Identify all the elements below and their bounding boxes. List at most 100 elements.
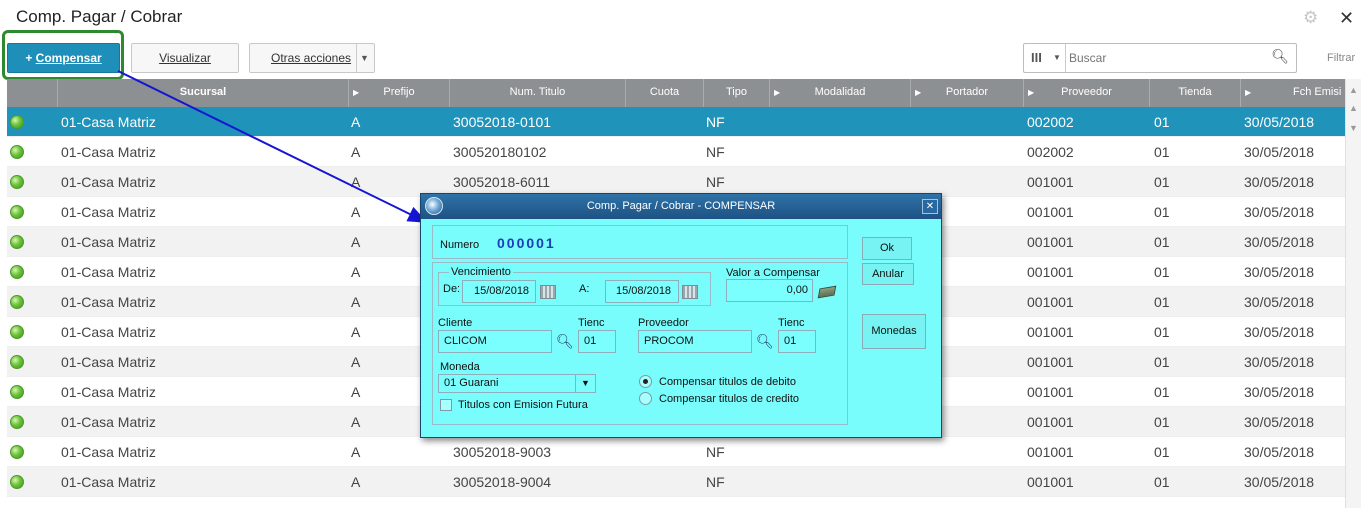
otras-acciones-label: Otras acciones <box>271 51 352 65</box>
otras-acciones-button[interactable]: Otras acciones ▼ <box>249 43 375 73</box>
moneda-label: Moneda <box>440 361 480 373</box>
app-logo-icon <box>425 197 443 215</box>
status-dot-icon <box>10 295 24 309</box>
table-row[interactable]: 01-Casa Matriz A 300520180102 NF 002002 01 30/… <box>7 137 1345 167</box>
cell-tienda: 01 <box>1154 144 1170 160</box>
search-icon[interactable]: 🔍︎ <box>1271 48 1289 65</box>
cell-sucursal: 01-Casa Matriz <box>61 144 156 160</box>
search-input[interactable] <box>1069 49 1269 67</box>
col-proveedor[interactable]: ▶ Proveedor <box>1024 79 1150 107</box>
col-tipo[interactable]: Tipo <box>704 79 770 107</box>
col-prefijo[interactable]: ▶ Prefijo <box>349 79 450 107</box>
vertical-scrollbar[interactable]: ▲ ▲ ▼ <box>1345 79 1361 508</box>
cell-proveedor: 001001 <box>1027 234 1074 250</box>
status-dot-icon <box>10 445 24 459</box>
cell-proveedor: 001001 <box>1027 324 1074 340</box>
cell-fecha: 30/05/2018 <box>1244 264 1315 280</box>
col-tienda[interactable]: Tienda <box>1150 79 1241 107</box>
cell-fecha: 30/05/2018 <box>1244 114 1315 130</box>
visualizar-button[interactable]: Visualizar <box>131 43 239 73</box>
close-icon[interactable]: ✕ <box>1339 8 1354 29</box>
valor-compensar-field[interactable]: 0,00 <box>726 279 813 302</box>
cell-tipo: NF <box>706 444 725 460</box>
sort-arrow-icon: ▶ <box>1245 88 1252 97</box>
cell-prefijo: A <box>351 294 361 310</box>
col-portador[interactable]: ▶ Portador <box>911 79 1024 107</box>
emision-futura-checkbox[interactable] <box>440 399 452 411</box>
compensar-button[interactable]: + Compensar <box>7 43 120 73</box>
lookup-icon[interactable]: 🔍︎ <box>556 333 574 350</box>
filtrar-link[interactable]: Filtrar <box>1327 52 1355 64</box>
debito-radio[interactable] <box>639 375 652 388</box>
proveedor-label: Proveedor <box>638 317 689 329</box>
cell-num: 30052018-9004 <box>453 474 552 490</box>
cell-tienda: 01 <box>1154 204 1170 220</box>
chevron-down-icon[interactable]: ▼ <box>575 375 595 392</box>
cell-proveedor: 001001 <box>1027 174 1074 190</box>
dialog-titlebar: Comp. Pagar / Cobrar - COMPENSAR ✕ <box>421 194 941 219</box>
cell-tienda: 01 <box>1154 354 1170 370</box>
status-dot-icon <box>10 235 24 249</box>
tienda-proveedor-field[interactable]: 01 <box>778 330 816 353</box>
table-row[interactable]: 01-Casa Matriz A 30052018-9004 NF 001001 01 30… <box>7 467 1345 497</box>
ok-button[interactable]: Ok <box>862 237 912 260</box>
a-date-field[interactable]: 15/08/2018 <box>605 280 679 303</box>
numero-value: 000001 <box>497 235 556 251</box>
cell-prefijo: A <box>351 144 361 160</box>
numero-group <box>432 225 848 259</box>
cell-fecha: 30/05/2018 <box>1244 384 1315 400</box>
status-dot-icon <box>10 325 24 339</box>
cell-proveedor: 001001 <box>1027 294 1074 310</box>
cell-sucursal: 01-Casa Matriz <box>61 324 156 340</box>
de-date-field[interactable]: 15/08/2018 <box>462 280 536 303</box>
cell-fecha: 30/05/2018 <box>1244 354 1315 370</box>
a-label: A: <box>579 283 590 295</box>
cell-num: 30052018-0101 <box>453 114 552 130</box>
calendar-icon[interactable] <box>682 285 698 299</box>
cell-tienda: 01 <box>1154 234 1170 250</box>
close-icon[interactable]: ✕ <box>922 199 938 214</box>
moneda-select[interactable]: 01 Guarani ▼ <box>438 374 596 393</box>
cell-prefijo: A <box>351 474 361 490</box>
app-window: Comp. Pagar / Cobrar ⚙ ✕ + Compensar Vis… <box>0 0 1361 508</box>
credito-radio[interactable] <box>639 392 652 405</box>
cliente-label: Cliente <box>438 317 473 329</box>
columns-icon[interactable]: III ▼ <box>1024 44 1066 72</box>
cell-tienda: 01 <box>1154 474 1170 490</box>
anular-button[interactable]: Anular <box>862 263 914 285</box>
cell-sucursal: 01-Casa Matriz <box>61 414 156 430</box>
status-dot-icon <box>10 475 24 489</box>
grid-header: Sucursal ▶ Prefijo Num. Titulo Cuota Tipo… <box>7 79 1345 107</box>
scroll-up-icon[interactable]: ▲ <box>1349 85 1358 95</box>
cell-tienda: 01 <box>1154 264 1170 280</box>
cell-prefijo: A <box>351 234 361 250</box>
status-dot-icon <box>10 145 24 159</box>
scroll-up-icon[interactable]: ▲ <box>1349 103 1358 113</box>
scroll-down-icon[interactable]: ▼ <box>1349 123 1358 133</box>
col-cuota[interactable]: Cuota <box>626 79 704 107</box>
tienda-cliente-field[interactable]: 01 <box>578 330 616 353</box>
cell-sucursal: 01-Casa Matriz <box>61 294 156 310</box>
table-row[interactable]: 01-Casa Matriz A 30052018-9003 NF 001001 01 30… <box>7 437 1345 467</box>
cell-prefijo: A <box>351 324 361 340</box>
col-modalidad[interactable]: ▶ Modalidad <box>770 79 911 107</box>
cliente-field[interactable]: CLICOM <box>438 330 552 353</box>
numero-label: Numero <box>440 239 480 251</box>
col-fch-emision[interactable]: ▶ Fch Emisi <box>1241 79 1345 107</box>
cell-tienda: 01 <box>1154 294 1170 310</box>
cell-sucursal: 01-Casa Matriz <box>61 174 156 190</box>
chevron-down-icon[interactable]: ▼ <box>356 44 372 72</box>
col-num-titulo[interactable]: Num. Titulo <box>450 79 626 107</box>
gear-icon[interactable]: ⚙ <box>1303 8 1318 28</box>
monedas-button[interactable]: Monedas <box>862 314 926 349</box>
proveedor-field[interactable]: PROCOM <box>638 330 752 353</box>
cell-proveedor: 001001 <box>1027 264 1074 280</box>
calendar-icon[interactable] <box>540 285 556 299</box>
cell-fecha: 30/05/2018 <box>1244 204 1315 220</box>
table-row[interactable]: 01-Casa Matriz A 30052018-0101 NF 002002 01 30… <box>7 107 1345 137</box>
cell-sucursal: 01-Casa Matriz <box>61 264 156 280</box>
lookup-icon[interactable]: 🔍︎ <box>756 333 774 350</box>
cell-fecha: 30/05/2018 <box>1244 234 1315 250</box>
col-sucursal[interactable]: Sucursal <box>58 79 349 107</box>
valor-compensar-label: Valor a Compensar <box>726 267 820 279</box>
